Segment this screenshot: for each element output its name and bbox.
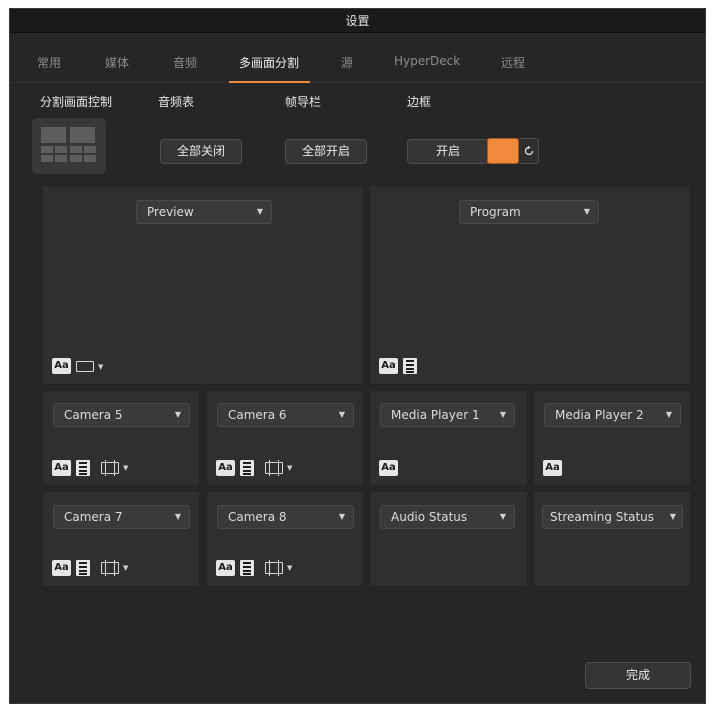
tab-audio[interactable]: 音频 xyxy=(173,54,197,71)
preview-source-value: Preview xyxy=(147,205,194,219)
chevron-down-icon[interactable]: ▼ xyxy=(287,464,292,472)
multiview-window-6: Camera 6 ▼ Aa ▼ xyxy=(206,390,364,486)
window-6-source-value: Camera 6 xyxy=(228,408,287,422)
tally-label: 帧导栏 xyxy=(285,95,322,109)
chevron-down-icon: ▼ xyxy=(665,410,672,419)
chevron-down-icon: ▼ xyxy=(669,512,676,521)
program-source-value: Program xyxy=(470,205,521,219)
reset-color-icon[interactable] xyxy=(519,138,539,164)
window-12-source-value: Streaming Status xyxy=(550,510,655,524)
label-toggle-icon[interactable]: Aa xyxy=(216,560,235,576)
window-11-source-value: Audio Status xyxy=(391,510,468,524)
label-toggle-icon[interactable]: Aa xyxy=(379,460,398,476)
chevron-down-icon: ▼ xyxy=(583,207,590,216)
audio-meter-icon[interactable] xyxy=(76,460,90,476)
safe-area-icon[interactable] xyxy=(101,460,119,476)
label-toggle-icon[interactable]: Aa xyxy=(216,460,235,476)
tab-bar: 常用 媒体 音频 多画面分割 源 HyperDeck 远程 xyxy=(10,49,705,83)
window-9-source-value: Camera 7 xyxy=(64,510,123,524)
border-color-swatch[interactable] xyxy=(487,138,519,164)
label-toggle-icon[interactable]: Aa xyxy=(543,460,562,476)
multiview-window-8: Media Player 2 ▼ Aa xyxy=(533,390,691,486)
label-toggle-icon[interactable]: Aa xyxy=(52,560,71,576)
preview-view-panel: Preview ▼ Aa ▼ xyxy=(42,185,364,385)
done-button[interactable]: 完成 xyxy=(585,662,691,689)
multiview-window-11: Audio Status ▼ xyxy=(369,491,528,587)
preview-source-dropdown[interactable]: Preview ▼ xyxy=(136,200,272,224)
audio-meter-icon[interactable] xyxy=(240,460,254,476)
tab-hyperdeck[interactable]: HyperDeck xyxy=(394,54,460,68)
tally-all-on-button[interactable]: 全部开启 xyxy=(285,139,367,164)
safe-area-icon[interactable] xyxy=(265,560,283,576)
window-7-source-value: Media Player 1 xyxy=(391,408,480,422)
window-6-source-dropdown[interactable]: Camera 6 ▼ xyxy=(217,403,354,427)
multiview-window-12: Streaming Status ▼ xyxy=(533,491,691,587)
chevron-down-icon: ▼ xyxy=(338,410,345,419)
program-view-panel: Program ▼ Aa xyxy=(369,185,691,385)
chevron-down-icon: ▼ xyxy=(256,207,263,216)
chevron-down-icon[interactable]: ▼ xyxy=(123,564,128,572)
window-11-source-dropdown[interactable]: Audio Status ▼ xyxy=(380,505,515,529)
chevron-down-icon[interactable]: ▼ xyxy=(287,564,292,572)
border-label: 边框 xyxy=(407,95,432,109)
chevron-down-icon: ▼ xyxy=(338,512,345,521)
chevron-down-icon[interactable]: ▼ xyxy=(123,464,128,472)
chevron-down-icon: ▼ xyxy=(499,512,506,521)
layout-label: 分割画面控制 xyxy=(40,95,113,109)
tab-sources[interactable]: 源 xyxy=(341,54,353,71)
window-8-source-dropdown[interactable]: Media Player 2 ▼ xyxy=(544,403,681,427)
tab-remote[interactable]: 远程 xyxy=(501,54,525,71)
window-5-source-value: Camera 5 xyxy=(64,408,123,422)
chevron-down-icon: ▼ xyxy=(499,410,506,419)
chevron-down-icon[interactable]: ▼ xyxy=(98,363,103,371)
tab-general[interactable]: 常用 xyxy=(37,54,61,71)
label-toggle-icon[interactable]: Aa xyxy=(52,358,71,374)
border-on-button[interactable]: 开启 xyxy=(407,139,489,164)
audio-meter-icon[interactable] xyxy=(240,560,254,576)
window-10-source-dropdown[interactable]: Camera 8 ▼ xyxy=(217,505,354,529)
safe-area-icon[interactable] xyxy=(265,460,283,476)
audio-meter-icon[interactable] xyxy=(403,358,417,374)
window-12-source-dropdown[interactable]: Streaming Status ▼ xyxy=(542,505,683,529)
tab-media[interactable]: 媒体 xyxy=(105,54,129,71)
label-toggle-icon[interactable]: Aa xyxy=(379,358,398,374)
chevron-down-icon: ▼ xyxy=(174,410,181,419)
window-7-source-dropdown[interactable]: Media Player 1 ▼ xyxy=(380,403,515,427)
window-9-source-dropdown[interactable]: Camera 7 ▼ xyxy=(53,505,190,529)
window-8-source-value: Media Player 2 xyxy=(555,408,644,422)
active-tab-indicator xyxy=(229,81,310,83)
multiview-window-9: Camera 7 ▼ Aa ▼ xyxy=(42,491,200,587)
tab-multiview[interactable]: 多画面分割 xyxy=(239,54,299,71)
program-source-dropdown[interactable]: Program ▼ xyxy=(459,200,599,224)
multiview-window-10: Camera 8 ▼ Aa ▼ xyxy=(206,491,364,587)
window-10-source-value: Camera 8 xyxy=(228,510,287,524)
audio-meter-icon[interactable] xyxy=(76,560,90,576)
audio-meters-label: 音频表 xyxy=(158,95,195,109)
safe-area-icon[interactable] xyxy=(101,560,119,576)
audio-meters-all-off-button[interactable]: 全部关闭 xyxy=(160,139,242,164)
safe-area-icon[interactable] xyxy=(76,361,94,372)
window-5-source-dropdown[interactable]: Camera 5 ▼ xyxy=(53,403,190,427)
chevron-down-icon: ▼ xyxy=(174,512,181,521)
label-toggle-icon[interactable]: Aa xyxy=(52,460,71,476)
window-title: 设置 xyxy=(10,9,705,33)
multiview-window-5: Camera 5 ▼ Aa ▼ xyxy=(42,390,200,486)
multiview-window-7: Media Player 1 ▼ Aa xyxy=(369,390,528,486)
multiview-layout-icon[interactable] xyxy=(32,118,106,174)
